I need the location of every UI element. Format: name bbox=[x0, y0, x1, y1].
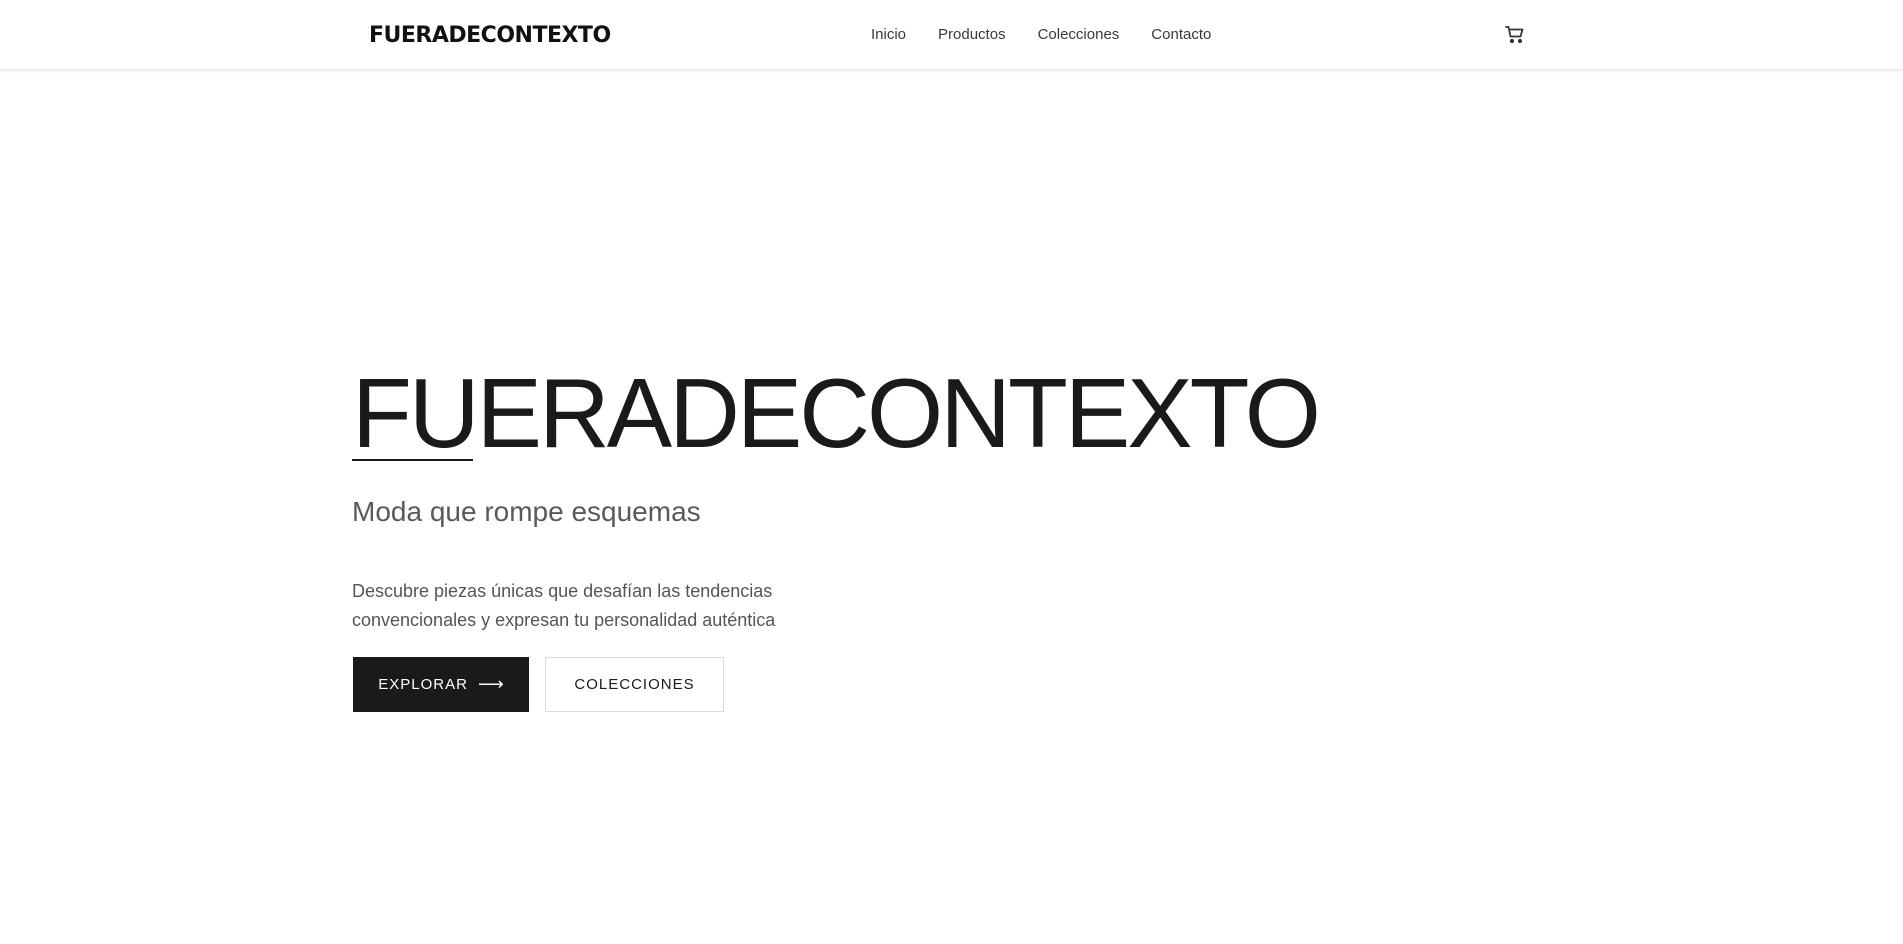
nav-link-contacto[interactable]: Contacto bbox=[1151, 25, 1211, 45]
hero-title-underline bbox=[352, 459, 473, 461]
explore-button[interactable]: EXPLORAR ⟶ bbox=[353, 657, 529, 712]
nav-link-colecciones[interactable]: Colecciones bbox=[1038, 25, 1120, 45]
arrow-right-icon: ⟶ bbox=[477, 674, 504, 694]
site-header: FUERADECONTEXTO Inicio Productos Colecci… bbox=[0, 0, 1903, 70]
collections-button[interactable]: COLECCIONES bbox=[545, 657, 724, 712]
nav-link-inicio[interactable]: Inicio bbox=[871, 25, 906, 45]
nav-link-productos[interactable]: Productos bbox=[938, 25, 1006, 45]
hero-description: Descubre piezas únicas que desafían las … bbox=[352, 581, 776, 630]
brand-logo[interactable]: FUERADECONTEXTO bbox=[369, 22, 611, 50]
explore-button-label: EXPLORAR bbox=[378, 676, 468, 693]
hero-subtitle: Moda que rompe esquemas bbox=[352, 496, 701, 527]
hero-title: FUERADECONTEXTO bbox=[352, 358, 1321, 468]
cart-icon[interactable] bbox=[1503, 22, 1527, 46]
collections-button-label: COLECCIONES bbox=[574, 676, 695, 693]
main-nav: Inicio Productos Colecciones Contacto bbox=[871, 25, 1211, 45]
